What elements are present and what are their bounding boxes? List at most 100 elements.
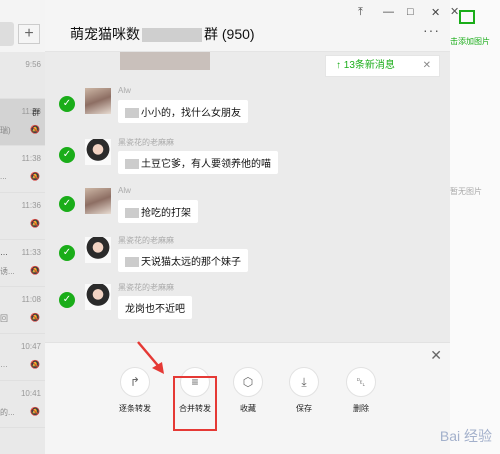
add-chat-button[interactable]: + [18,24,40,44]
shared-image-thumbnail[interactable] [120,52,210,70]
close-icon[interactable]: ✕ [423,56,431,76]
delete-trash-icon: ␡ [346,367,376,397]
avatar[interactable] [85,139,111,165]
conversation-time: 11:33 [21,248,41,257]
avatar[interactable] [85,88,111,114]
message-row[interactable]: ✓ 黑瓷花的老麻麻 土豆它爹，有人要领养他的喵 [45,137,450,187]
message-text: 龙岗也不近吧 [125,304,185,315]
action-label: 保存 [296,404,312,413]
add-image-icon[interactable] [459,10,475,24]
chat-title-prefix: 萌宠猫咪数 [70,26,140,42]
conversation-item[interactable]: 11:33 … 诱... 🔕 [0,240,45,287]
action-label: 逐条转发 [119,404,151,413]
highlight-box [173,376,217,431]
sender-name: Alw [118,186,131,195]
chat-title: 萌宠猫咪数 群 (950) [70,24,255,44]
sender-name: 黑瓷花的老麻麻 [118,138,174,147]
avatar[interactable] [85,237,111,263]
conversation-preview: 诱... [0,267,14,276]
conversation-preview: 瑞) [0,126,11,135]
conversation-sidebar: + 9:56 11:38 群 瑞) 🔕 11:38 ... 🔕 11:36 🔕 … [0,0,45,454]
conversation-preview: ... [0,172,7,181]
avatar[interactable] [85,188,111,214]
message-row[interactable]: ✓ Alw 小小的，找什么女朋友 [45,86,450,136]
message-text: 土豆它爹，有人要领养他的喵 [141,159,271,170]
message-text: 小小的，找什么女朋友 [141,108,241,119]
message-row[interactable]: ✓ 黑瓷花的老麻麻 龙岗也不近吧 [45,283,450,334]
chat-title-suffix: 群 (950) [204,26,255,42]
conversation-time: 11:08 [21,295,41,304]
message-area: ↑ 13条新消息 ✕ ✓ Alw 小小的，找什么女朋友 ✓ 黑瓷花的老麻麻 土豆… [45,52,450,342]
annotation-arrow-icon [137,341,164,374]
mute-icon: 🔕 [30,266,40,275]
favorite-button[interactable]: ⬡ 收藏 [218,367,278,414]
conversation-preview: 回 [0,314,8,323]
sender-name: Alw [118,86,131,95]
minimize-button[interactable]: — [383,6,394,18]
mute-icon: 🔕 [30,407,40,416]
selected-check-icon[interactable]: ✓ [59,147,75,163]
message-bubble[interactable]: 天说猫太远的那个妹子 [118,249,248,272]
close-icon[interactable]: ✕ [430,347,442,364]
mute-icon: 🔕 [30,172,40,181]
maximize-button[interactable]: □ [407,6,414,18]
redacted-block [125,108,139,119]
message-row[interactable]: ✓ 黑瓷花的老麻麻 天说猫太远的那个妹子 [45,236,450,287]
selected-check-icon[interactable]: ✓ [59,196,75,212]
redacted-block [142,28,202,43]
conversation-item[interactable]: 9:56 [0,52,45,99]
add-image-link[interactable]: 击添加图片 [450,36,490,47]
redacted-block [125,159,139,170]
conversation-item[interactable]: 10:47 … 🔕 [0,334,45,381]
close-icon[interactable]: ✕ [450,5,459,18]
avatar[interactable] [85,284,111,310]
chat-titlebar: 萌宠猫咪数 群 (950) ⤒ — □ ✕ ··· [45,0,450,52]
message-bubble[interactable]: 龙岗也不近吧 [118,296,192,319]
conversation-item[interactable]: 11:08 回 🔕 [0,287,45,334]
save-download-icon: ⤓ [289,367,319,397]
more-options-icon[interactable]: ··· [423,22,440,38]
pin-icon[interactable]: ⤒ [358,6,363,19]
message-text: 天说猫太远的那个妹子 [141,257,241,268]
message-bubble[interactable]: 土豆它爹，有人要领养他的喵 [118,151,278,174]
selected-check-icon[interactable]: ✓ [59,96,75,112]
conversation-time: 11:38 [21,154,41,163]
sidebar-topbar: + [0,0,45,52]
conversation-preview: 的... [0,408,14,417]
action-label: 收藏 [240,404,256,413]
conversation-time: 11:36 [21,201,41,210]
message-bubble[interactable]: 抢吃的打架 [118,200,198,223]
conversation-name: … [0,248,8,257]
watermark-logo: Bai 经验 [439,428,492,444]
empty-images-label: 暂无图片 [450,187,482,196]
message-text: 抢吃的打架 [141,208,191,219]
selected-check-icon[interactable]: ✓ [59,245,75,261]
conversation-item[interactable]: 11:38 群 瑞) 🔕 [0,99,45,146]
conversation-item[interactable]: 11:38 ... 🔕 [0,146,45,193]
delete-button[interactable]: ␡ 删除 [331,367,391,414]
conversation-item[interactable]: 10:41 的... 🔕 [0,381,45,428]
chat-window: 萌宠猫咪数 群 (950) ⤒ — □ ✕ ··· ↑ 13条新消息 ✕ ✓ Al… [45,0,450,454]
search-input[interactable] [0,22,14,46]
conversation-time: 10:41 [20,389,41,398]
conversation-time: 10:47 [20,342,41,351]
new-messages-label: ↑ 13条新消息 [336,60,395,71]
redacted-block [125,257,139,268]
conversation-list: 9:56 11:38 群 瑞) 🔕 11:38 ... 🔕 11:36 🔕 11… [0,52,45,428]
sender-name: 黑瓷花的老麻麻 [118,236,174,245]
conversation-preview: … [0,360,8,369]
conversation-time: 9:56 [25,60,41,69]
arrow-shaft [137,341,161,369]
selected-check-icon[interactable]: ✓ [59,292,75,308]
message-row[interactable]: ✓ Alw 抢吃的打架 [45,186,450,238]
action-label: 删除 [353,404,369,413]
mute-icon: 🔕 [30,219,40,228]
redacted-block [125,208,139,219]
new-messages-banner[interactable]: ↑ 13条新消息 ✕ [325,55,440,77]
message-bubble[interactable]: 小小的，找什么女朋友 [118,100,248,123]
close-button[interactable]: ✕ [431,6,440,19]
save-button[interactable]: ⤓ 保存 [274,367,334,414]
favorite-cube-icon: ⬡ [233,367,263,397]
conversation-item[interactable]: 11:36 🔕 [0,193,45,240]
mute-icon: 🔕 [30,313,40,322]
